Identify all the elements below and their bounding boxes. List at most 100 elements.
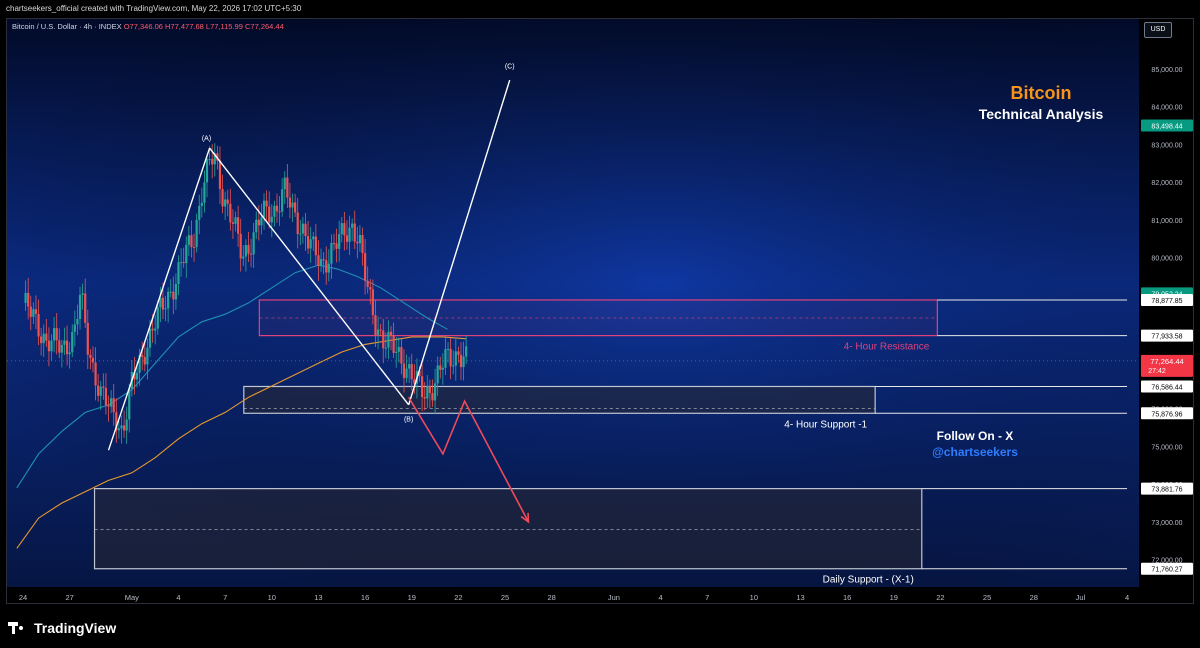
candle-body[interactable] [195, 219, 198, 248]
candle-body[interactable] [249, 253, 253, 255]
candle-body[interactable] [452, 365, 455, 367]
candle-body[interactable] [86, 322, 89, 355]
candle-body[interactable] [117, 428, 120, 431]
candle-body[interactable] [457, 351, 460, 355]
candle-body[interactable] [107, 405, 110, 407]
candle-body[interactable] [304, 223, 307, 237]
currency-button[interactable]: USD [1144, 22, 1172, 38]
candle-body[interactable] [24, 292, 27, 303]
candle-body[interactable] [218, 160, 222, 189]
candle-body[interactable] [45, 333, 48, 341]
candle-body[interactable] [319, 259, 323, 266]
candle-body[interactable] [205, 159, 209, 183]
candle-body[interactable] [281, 189, 284, 212]
candle-body[interactable] [322, 259, 325, 261]
candle-body[interactable] [278, 211, 281, 213]
candle-body[interactable] [122, 425, 126, 431]
candle-body[interactable] [29, 306, 32, 317]
candle-body[interactable] [58, 340, 61, 353]
candle-body[interactable] [299, 233, 302, 235]
candle-body[interactable] [454, 351, 457, 366]
candle-body[interactable] [327, 263, 330, 273]
candle-body[interactable] [459, 354, 463, 368]
candle-body[interactable] [379, 329, 382, 331]
candle-body[interactable] [325, 260, 328, 273]
candle-body[interactable] [141, 355, 144, 357]
candle-body[interactable] [182, 262, 185, 264]
candle-body[interactable] [462, 356, 465, 368]
candle-body[interactable] [65, 340, 69, 355]
candle-body[interactable] [81, 293, 84, 295]
candle-body[interactable] [338, 234, 341, 249]
candle-body[interactable] [146, 347, 149, 365]
candle-body[interactable] [50, 340, 53, 352]
candle-body[interactable] [76, 318, 79, 325]
candle-body[interactable] [252, 232, 255, 255]
candle-body[interactable] [332, 243, 336, 245]
candle-body[interactable] [366, 280, 369, 287]
candle-body[interactable] [405, 368, 408, 378]
candle-body[interactable] [257, 219, 260, 226]
candle-body[interactable] [63, 340, 66, 345]
candle-body[interactable] [260, 217, 263, 226]
candle-body[interactable] [179, 262, 183, 264]
candle-body[interactable] [42, 333, 45, 344]
candle-body[interactable] [294, 202, 297, 213]
candle-body[interactable] [446, 348, 450, 350]
candle-body[interactable] [237, 217, 240, 234]
symbol-name[interactable]: Bitcoin / U.S. Dollar · 4h · INDEX [12, 22, 122, 31]
candle-body[interactable] [309, 239, 312, 249]
candle-body[interactable] [169, 291, 172, 293]
candle-body[interactable] [120, 425, 123, 429]
x-handle[interactable]: @chartseekers [932, 445, 1018, 459]
candle-body[interactable] [37, 313, 40, 337]
candle-body[interactable] [268, 206, 271, 223]
candle-body[interactable] [433, 383, 437, 401]
candle-body[interactable] [389, 331, 393, 336]
candle-body[interactable] [465, 346, 468, 357]
candle-body[interactable] [369, 286, 372, 290]
candle-body[interactable] [317, 255, 320, 266]
candle-body[interactable] [53, 328, 56, 341]
candle-body[interactable] [192, 247, 196, 249]
candle-body[interactable] [125, 419, 128, 431]
candle-body[interactable] [348, 227, 351, 242]
candle-body[interactable] [426, 386, 429, 399]
candle-body[interactable] [306, 236, 310, 249]
candle-body[interactable] [330, 243, 333, 264]
candle-body[interactable] [353, 223, 356, 242]
candle-body[interactable] [84, 293, 87, 323]
candle-body[interactable] [102, 386, 105, 388]
candle-body[interactable] [221, 188, 224, 207]
chart-panel[interactable]: 4- Hour Resistance 4- Hour Support -1 Dail… [6, 18, 1194, 604]
candle-body[interactable] [428, 386, 431, 394]
candle-body[interactable] [156, 307, 159, 329]
candle-body[interactable] [32, 309, 35, 317]
candle-body[interactable] [361, 235, 364, 254]
candle-body[interactable] [273, 205, 276, 217]
candle-body[interactable] [187, 235, 190, 245]
candle-body[interactable] [364, 253, 367, 281]
candle-body[interactable] [99, 386, 102, 396]
candle-body[interactable] [397, 347, 400, 352]
candle-body[interactable] [444, 349, 447, 368]
candle-body[interactable] [314, 236, 317, 256]
candle-body[interactable] [161, 297, 165, 310]
candle-body[interactable] [226, 199, 229, 204]
candle-body[interactable] [89, 354, 92, 358]
candle-body[interactable] [262, 200, 266, 218]
candle-body[interactable] [423, 397, 426, 399]
candle-body[interactable] [275, 205, 279, 212]
candle-body[interactable] [387, 331, 390, 348]
candle-body[interactable] [291, 202, 294, 208]
candle-body[interactable] [449, 348, 452, 367]
tradingview-logo[interactable]: TradingView [8, 620, 116, 636]
candle-body[interactable] [244, 245, 247, 257]
candle-body[interactable] [148, 328, 152, 348]
candle-body[interactable] [112, 398, 115, 413]
candle-body[interactable] [356, 241, 359, 244]
candle-body[interactable] [135, 372, 139, 380]
candle-body[interactable] [190, 235, 193, 248]
candle-body[interactable] [60, 344, 63, 353]
candle-body[interactable] [27, 292, 30, 307]
